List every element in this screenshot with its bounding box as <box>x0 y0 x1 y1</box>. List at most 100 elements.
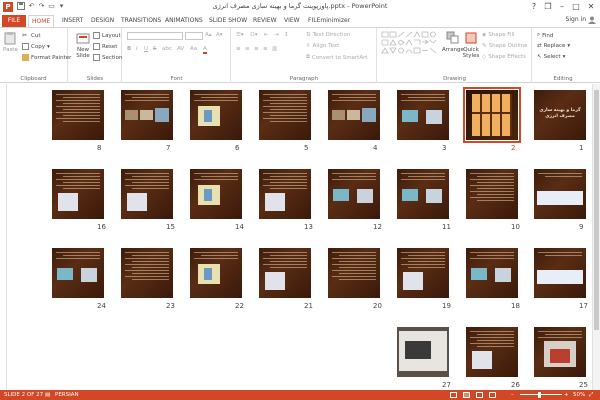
zoom-slider-knob[interactable] <box>538 392 541 398</box>
text-direction-button[interactable]: ⇅ Text Direction <box>306 32 350 38</box>
redo-icon[interactable]: ↷ <box>37 2 46 11</box>
slide-thumbnail-15[interactable] <box>121 169 173 219</box>
change-case-button[interactable]: Aa <box>190 46 197 52</box>
section-button[interactable]: Section <box>93 54 122 61</box>
shapes-gallery[interactable] <box>381 31 439 61</box>
collapsed-thumbnail-pane[interactable] <box>0 84 7 390</box>
slide-thumbnail-6[interactable] <box>190 90 242 140</box>
slide-thumbnail-10[interactable] <box>466 169 518 219</box>
slide-thumbnail-16[interactable] <box>52 169 104 219</box>
slide-thumbnail-4[interactable] <box>328 90 380 140</box>
underline-button[interactable]: U <box>144 46 148 52</box>
italic-button[interactable]: I <box>136 46 138 52</box>
slide-thumbnail-5[interactable] <box>259 90 311 140</box>
paste-button[interactable]: Paste <box>3 31 18 53</box>
align-left-icon[interactable]: ≡ <box>236 46 241 52</box>
minimize-button[interactable]: – <box>555 1 569 12</box>
font-name-combobox[interactable] <box>127 32 183 40</box>
fit-to-window-icon[interactable]: ⤢ <box>589 392 593 399</box>
character-spacing-button[interactable]: AV <box>177 46 184 52</box>
slide-thumbnail-23[interactable] <box>121 248 173 298</box>
line-spacing-icon[interactable]: ↕ <box>284 32 289 38</box>
cut-button[interactable]: ✂ Cut <box>22 32 40 39</box>
slide-thumbnail-18[interactable] <box>466 248 518 298</box>
copy-button[interactable]: Copy ▾ <box>22 43 50 50</box>
slide-thumbnail-9[interactable] <box>534 169 586 219</box>
align-center-icon[interactable]: ≡ <box>245 46 250 52</box>
save-icon[interactable] <box>16 2 25 11</box>
slide-thumbnail-14[interactable] <box>190 169 242 219</box>
tab-review[interactable]: REVIEW <box>250 15 280 27</box>
new-slide-button[interactable]: New Slide <box>72 31 94 59</box>
tab-file[interactable]: FILE <box>2 15 26 27</box>
text-shadow-button[interactable]: abc <box>162 46 172 52</box>
slide-thumbnail-7[interactable] <box>121 90 173 140</box>
grow-font-icon[interactable]: A▴ <box>205 32 212 38</box>
slide-thumbnail-8[interactable] <box>52 90 104 140</box>
slide-thumbnail-22[interactable] <box>190 248 242 298</box>
align-text-button[interactable]: ⇳ Align Text <box>306 43 339 49</box>
zoom-slider-track[interactable] <box>520 394 562 395</box>
slide-thumbnail-21[interactable] <box>259 248 311 298</box>
zoom-out-button[interactable]: – <box>511 392 514 398</box>
slide-thumbnail-12[interactable] <box>328 169 380 219</box>
slide-thumbnail-26[interactable] <box>466 327 518 377</box>
font-color-button[interactable]: A <box>203 46 207 54</box>
language-icon[interactable]: ▤ <box>45 392 50 398</box>
customize-qat-icon[interactable]: ▾ <box>57 2 66 11</box>
decrease-indent-icon[interactable]: ⇤ <box>264 32 269 38</box>
zoom-level[interactable]: 50% <box>573 392 585 398</box>
arrange-button[interactable]: Arrange <box>442 31 464 53</box>
slide-thumbnail-1[interactable]: گرما و بهینه سازی مصرف انرژی <box>534 90 586 140</box>
shape-effects-button[interactable]: ◇ Shape Effects <box>482 54 526 60</box>
convert-smartart-button[interactable]: ⧉ Convert to SmartArt <box>306 54 368 61</box>
justify-icon[interactable]: ≡ <box>263 46 268 52</box>
replace-button[interactable]: ⇄ Replace ▾ <box>537 43 570 49</box>
ribbon-display-options-icon[interactable]: ❐ <box>541 1 555 12</box>
start-from-beginning-icon[interactable]: ▭ <box>47 2 56 11</box>
slide-thumbnail-17[interactable] <box>534 248 586 298</box>
help-button[interactable]: ? <box>527 1 541 12</box>
select-button[interactable]: ↖ Select ▾ <box>537 54 565 60</box>
find-button[interactable]: ⌕ Find <box>537 32 553 39</box>
slide-sorter-view-icon[interactable] <box>463 392 470 398</box>
tab-slide-show[interactable]: SLIDE SHOW <box>206 15 250 27</box>
slide-thumbnail-27[interactable] <box>397 327 449 377</box>
maximize-button[interactable]: □ <box>569 1 583 12</box>
shrink-font-icon[interactable]: A▾ <box>216 32 223 38</box>
reset-button[interactable]: Reset <box>93 43 117 50</box>
tab-design[interactable]: DESIGN <box>88 15 117 27</box>
tab-animations[interactable]: ANIMATIONS <box>162 15 206 27</box>
close-button[interactable]: ✕ <box>584 1 598 12</box>
layout-button[interactable]: Layout <box>93 32 121 39</box>
shape-outline-button[interactable]: ✎ Shape Outline <box>482 43 527 49</box>
slide-thumbnail-25[interactable] <box>534 327 586 377</box>
bullets-button[interactable]: ☰▾ <box>236 32 244 38</box>
align-right-icon[interactable]: ≡ <box>254 46 259 52</box>
bold-button[interactable]: B <box>127 46 131 52</box>
scrollbar-thumb[interactable] <box>594 90 599 330</box>
language-status[interactable]: PERSIAN <box>55 392 79 398</box>
tab-insert[interactable]: INSERT <box>59 15 86 27</box>
increase-indent-icon[interactable]: ⇥ <box>274 32 279 38</box>
quick-styles-button[interactable]: Quick Styles <box>462 31 480 59</box>
tab-fileminimizer[interactable]: FILEminimizer <box>305 15 353 27</box>
tab-transitions[interactable]: TRANSITIONS <box>118 15 164 27</box>
slide-thumbnail-24[interactable] <box>52 248 104 298</box>
reading-view-icon[interactable] <box>476 392 483 398</box>
shape-fill-button[interactable]: ◈ Shape Fill <box>482 32 515 38</box>
user-avatar-icon[interactable] <box>587 15 597 25</box>
slide-thumbnail-20[interactable] <box>328 248 380 298</box>
slide-thumbnail-2[interactable] <box>463 87 521 143</box>
vertical-scrollbar[interactable] <box>592 84 600 390</box>
font-size-combobox[interactable] <box>185 32 203 40</box>
tab-view[interactable]: VIEW <box>281 15 303 27</box>
normal-view-icon[interactable] <box>450 392 457 398</box>
slide-show-view-icon[interactable] <box>489 392 496 398</box>
slide-thumbnail-13[interactable] <box>259 169 311 219</box>
strikethrough-button[interactable]: S <box>153 46 157 52</box>
undo-icon[interactable]: ↶ <box>27 2 36 11</box>
slide-thumbnail-19[interactable] <box>397 248 449 298</box>
slide-thumbnail-3[interactable] <box>397 90 449 140</box>
format-painter-button[interactable]: Format Painter <box>22 54 71 61</box>
